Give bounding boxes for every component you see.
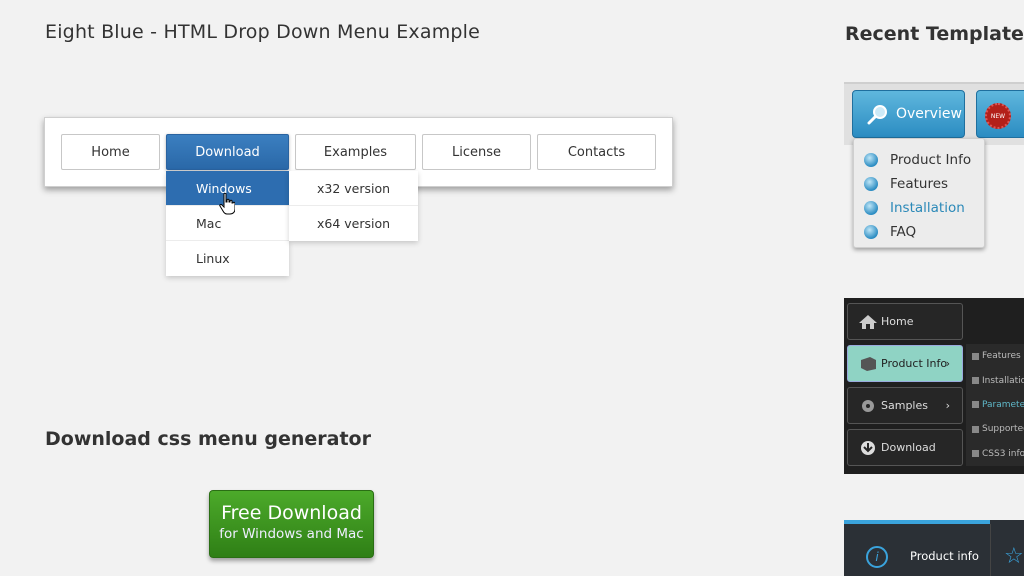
bullet-icon [864, 225, 878, 239]
template-thumbnail-3[interactable]: i Product info ☆ [844, 520, 1024, 576]
template2-item-samples[interactable]: Samples › [847, 387, 963, 424]
hand-cursor-icon [219, 193, 235, 215]
template2-item-product-info[interactable]: Product Info › [847, 345, 963, 382]
template3-label: Product info [910, 549, 979, 563]
info-icon: i [866, 546, 888, 568]
generator-heading: Download css menu generator [45, 428, 371, 450]
template2-subitem-label: Installation [982, 375, 1024, 386]
magnifier-icon [867, 105, 887, 125]
template3-divider [990, 524, 991, 576]
template1-item[interactable]: Features [854, 172, 984, 196]
star-icon: ☆ [1004, 544, 1024, 569]
menu-item-home[interactable]: Home [61, 134, 160, 170]
check-icon [972, 401, 979, 409]
info-icon [972, 450, 979, 458]
template2-subitem-label: CSS3 info [982, 448, 1024, 459]
thumbs-up-icon [972, 425, 979, 433]
gears-icon [972, 377, 979, 385]
template-thumbnail-2[interactable]: Home Product Info › Samples › Download F… [844, 298, 1024, 474]
recent-templates-heading: Recent Templates [845, 23, 1024, 45]
template2-item-label: Download [881, 441, 936, 454]
template3-active-indicator [844, 520, 990, 524]
template1-item-label: Features [890, 176, 949, 192]
download-button-sub-label: for Windows and Mac [219, 526, 364, 542]
menu-item-download[interactable]: Download [166, 134, 289, 170]
chevron-right-icon: › [945, 357, 950, 370]
chevron-right-icon: › [945, 399, 950, 412]
template1-new-tab[interactable]: NEW [976, 90, 1024, 138]
template1-overview-label: Overview [896, 106, 962, 122]
bullet-icon [864, 177, 878, 191]
template2-item-download[interactable]: Download [847, 429, 963, 466]
template1-item[interactable]: Installation [854, 196, 984, 220]
menu-item-examples[interactable]: Examples [295, 134, 416, 170]
menu-item-contacts[interactable]: Contacts [537, 134, 656, 170]
template2-subitem[interactable]: Parameters [966, 393, 1024, 417]
template1-dropdown: Product Info Features Installation FAQ [853, 138, 985, 248]
page-title: Eight Blue - HTML Drop Down Menu Example [45, 21, 481, 43]
template2-submenu: Features Installation Parameters Support… [966, 344, 1024, 466]
bullet-icon [864, 153, 878, 167]
home-icon [859, 314, 877, 329]
windows-submenu: x32 version x64 version [289, 171, 418, 241]
template2-item-label: Product Info [881, 357, 948, 370]
download-button-main-label: Free Download [221, 502, 362, 524]
template2-item-label: Samples [881, 399, 928, 412]
template1-item[interactable]: Product Info [854, 148, 984, 172]
free-download-button[interactable]: Free Download for Windows and Mac [209, 490, 374, 558]
submenu-item-x32[interactable]: x32 version [289, 171, 418, 206]
template1-overview-tab[interactable]: Overview [852, 90, 965, 138]
template2-subitem[interactable]: Installation [966, 368, 1024, 392]
template2-subitem[interactable]: CSS3 info [966, 442, 1024, 466]
new-badge-icon: NEW [985, 103, 1011, 129]
template2-item-label: Home [881, 315, 914, 328]
download-dropdown: Windows Mac Linux [166, 171, 289, 276]
submenu-item-x64[interactable]: x64 version [289, 206, 418, 241]
box-icon [861, 356, 876, 371]
template1-item-label: Product Info [890, 152, 972, 168]
template-thumbnail-1[interactable]: Overview NEW Product Info Features Insta… [844, 82, 1024, 267]
template2-subitem-label: Features [982, 351, 1021, 362]
template1-item-label: FAQ [890, 224, 917, 240]
menu-item-license[interactable]: License [422, 134, 531, 170]
template2-subitem-label: Parameters [982, 399, 1024, 410]
list-icon [972, 352, 979, 360]
gear-icon [862, 399, 874, 412]
dropdown-item-linux[interactable]: Linux [166, 241, 289, 276]
template1-item[interactable]: FAQ [854, 220, 984, 244]
bullet-icon [864, 201, 878, 215]
download-circle-icon [861, 440, 875, 455]
template2-subitem[interactable]: Features [966, 344, 1024, 368]
template2-subitem[interactable]: Supported [966, 417, 1024, 441]
template2-item-home[interactable]: Home [847, 303, 963, 340]
template2-subitem-label: Supported [982, 424, 1024, 435]
template1-item-label: Installation [890, 200, 965, 216]
